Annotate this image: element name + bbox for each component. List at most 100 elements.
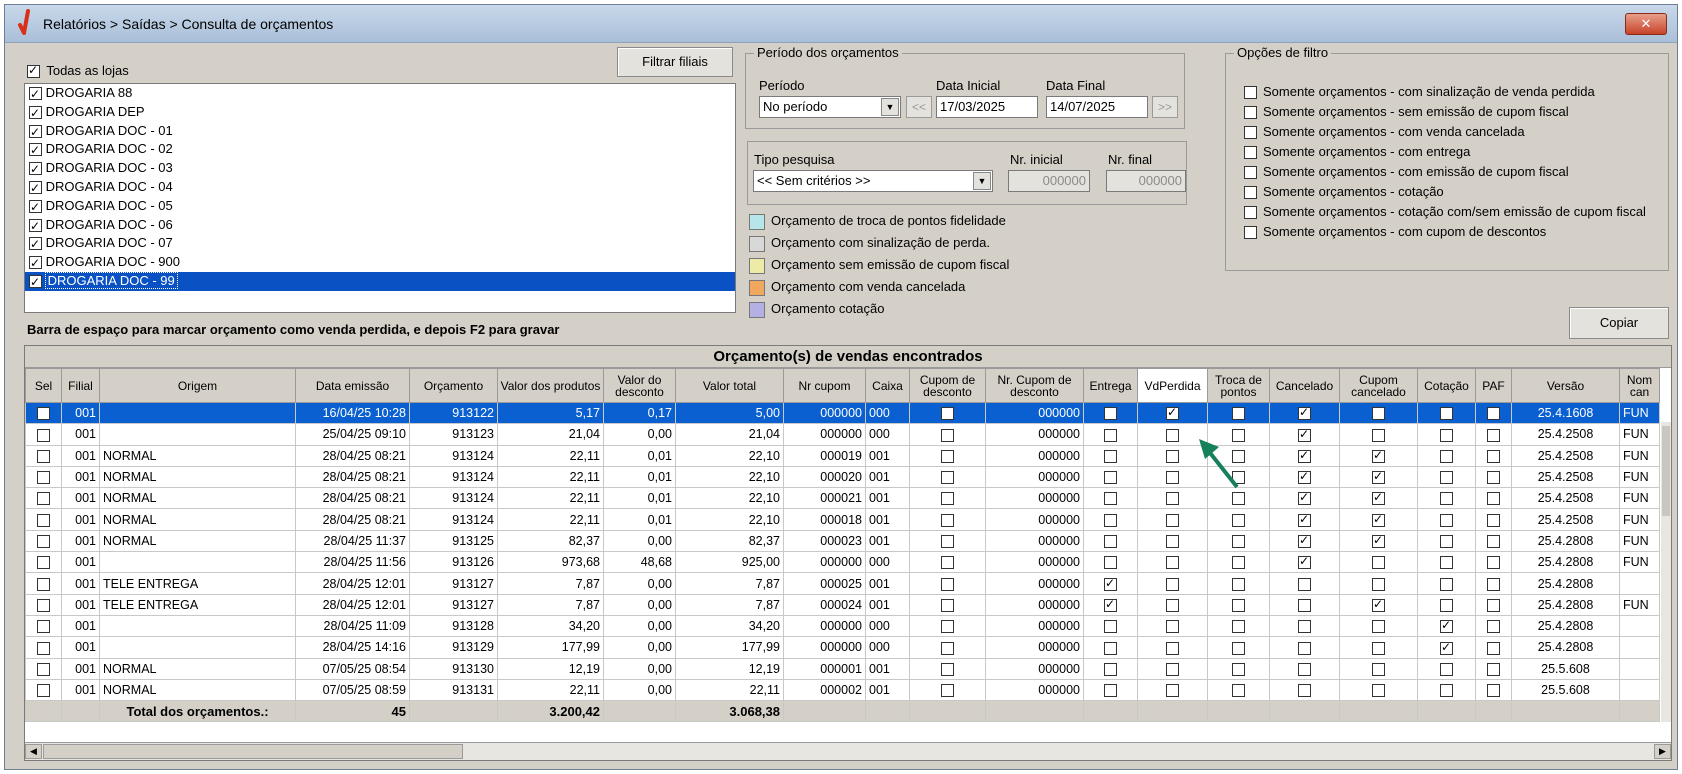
cell-cupdesc[interactable] [909,508,986,531]
cell-checkbox[interactable] [1440,556,1453,570]
scroll-right-icon[interactable]: ▶ [1654,744,1671,759]
cell-checkbox[interactable] [1104,684,1117,698]
store-item[interactable]: DROGARIA DOC - 02 [25,140,735,159]
table-row[interactable]: 001 NORMAL 07/05/25 08:59 913131 22,11 0,00 22… [25,678,1660,702]
filter-checkbox[interactable] [1244,186,1257,200]
cell-checkbox[interactable] [37,407,50,421]
cell-cupcanc[interactable] [1339,529,1418,553]
cell-cupcanc[interactable] [1339,487,1418,510]
cell-cancelado[interactable] [1269,487,1340,510]
filter-checkbox[interactable] [1244,206,1257,220]
cell-cancelado[interactable] [1269,444,1340,467]
cell-cancelado[interactable] [1269,572,1340,595]
store-checkbox[interactable] [29,179,42,197]
cell-cupdesc[interactable] [909,614,986,638]
cell-sel[interactable] [25,487,62,510]
scroll-thumb[interactable] [1662,426,1670,516]
store-checkbox[interactable] [29,217,42,235]
column-header[interactable]: Origem [99,368,296,403]
cell-cancelado[interactable] [1269,593,1340,616]
store-checkbox[interactable] [29,273,42,291]
next-period-button[interactable]: >> [1152,96,1178,118]
cell-checkbox[interactable] [1440,449,1453,463]
cell-cotacao[interactable] [1417,465,1476,489]
cell-sel[interactable] [25,444,62,467]
cell-checkbox[interactable] [1166,684,1179,698]
store-checkbox[interactable] [29,104,42,122]
cell-cupdesc[interactable] [909,529,986,553]
cell-checkbox[interactable] [37,684,50,698]
cell-checkbox[interactable] [1298,405,1311,421]
cell-checkbox[interactable] [1372,512,1385,527]
final-number-field[interactable]: 000000 [1106,170,1186,192]
column-header[interactable]: PAF [1475,368,1512,403]
store-checkbox[interactable] [29,198,42,216]
cell-checkbox[interactable] [1166,662,1179,676]
store-item[interactable]: DROGARIA DOC - 99 [25,271,735,291]
cell-paf[interactable] [1475,678,1512,702]
cell-checkbox[interactable] [1298,577,1311,591]
cell-checkbox[interactable] [1440,492,1453,506]
all-stores-toggle[interactable]: Todas as lojas [27,63,129,79]
cell-checkbox[interactable] [1487,407,1500,421]
cell-checkbox[interactable] [941,428,954,442]
cell-sel[interactable] [25,572,62,595]
cell-cotacao[interactable] [1417,444,1476,467]
store-checkbox[interactable] [29,123,42,141]
cell-cupcanc[interactable] [1339,657,1418,680]
filter-option[interactable]: Somente orçamentos - sem emissão de cupo… [1244,104,1646,124]
cell-cupdesc[interactable] [909,572,986,595]
cell-checkbox[interactable] [1166,471,1179,485]
cell-checkbox[interactable] [1372,490,1385,506]
cell-cupcanc[interactable] [1339,423,1418,446]
cell-cotacao[interactable] [1417,572,1476,595]
cell-sel[interactable] [25,636,62,659]
cell-checkbox[interactable] [1104,513,1117,527]
table-row[interactable]: 001 TELE ENTREGA 28/04/25 12:01 913127 7,87 0… [25,572,1660,595]
cell-checkbox[interactable] [1104,576,1117,591]
table-row[interactable]: 001 16/04/25 10:28 913122 5,17 0,17 5,00 00000… [25,401,1660,425]
cell-entrega[interactable] [1083,657,1138,680]
column-header[interactable]: Nr cupom [783,368,866,403]
column-header[interactable]: Cupom cancelado [1339,368,1418,403]
cell-checkbox[interactable] [37,620,50,634]
cell-checkbox[interactable] [1104,597,1117,612]
cell-cancelado[interactable] [1269,614,1340,638]
cell-cancelado[interactable] [1269,551,1340,574]
cell-cancelado[interactable] [1269,636,1340,659]
cell-checkbox[interactable] [37,513,50,527]
cell-cancelado[interactable] [1269,529,1340,553]
cell-cotacao[interactable] [1417,508,1476,531]
cell-vdperdida[interactable] [1137,551,1208,574]
cell-checkbox[interactable] [1166,535,1179,549]
cell-vdperdida[interactable] [1137,678,1208,702]
cell-checkbox[interactable] [37,577,50,591]
cell-checkbox[interactable] [1372,533,1385,549]
cell-checkbox[interactable] [1232,492,1245,506]
cell-checkbox[interactable] [1104,407,1117,421]
cell-cupcanc[interactable] [1339,444,1418,467]
cell-cupdesc[interactable] [909,551,986,574]
start-date-field[interactable]: 17/03/2025 [936,96,1038,118]
cell-checkbox[interactable] [1487,535,1500,549]
column-header[interactable]: Orçamento [409,368,498,403]
cell-checkbox[interactable] [1166,428,1179,442]
cell-checkbox[interactable] [37,556,50,570]
cell-checkbox[interactable] [1487,577,1500,591]
cell-checkbox[interactable] [941,577,954,591]
table-row[interactable]: 001 NORMAL 07/05/25 08:54 913130 12,19 0,00 12… [25,657,1660,680]
cell-checkbox[interactable] [37,535,50,549]
cell-checkbox[interactable] [1232,662,1245,676]
cell-checkbox[interactable] [1440,577,1453,591]
cell-sel[interactable] [25,465,62,489]
cell-checkbox[interactable] [1104,471,1117,485]
cell-checkbox[interactable] [37,662,50,676]
cell-cupcanc[interactable] [1339,401,1418,425]
cell-checkbox[interactable] [1372,620,1385,634]
filter-checkbox[interactable] [1244,166,1257,180]
cell-entrega[interactable] [1083,529,1138,553]
vertical-scrollbar[interactable] [1661,422,1671,722]
cell-checkbox[interactable] [37,492,50,506]
cell-entrega[interactable] [1083,444,1138,467]
cell-cotacao[interactable] [1417,678,1476,702]
